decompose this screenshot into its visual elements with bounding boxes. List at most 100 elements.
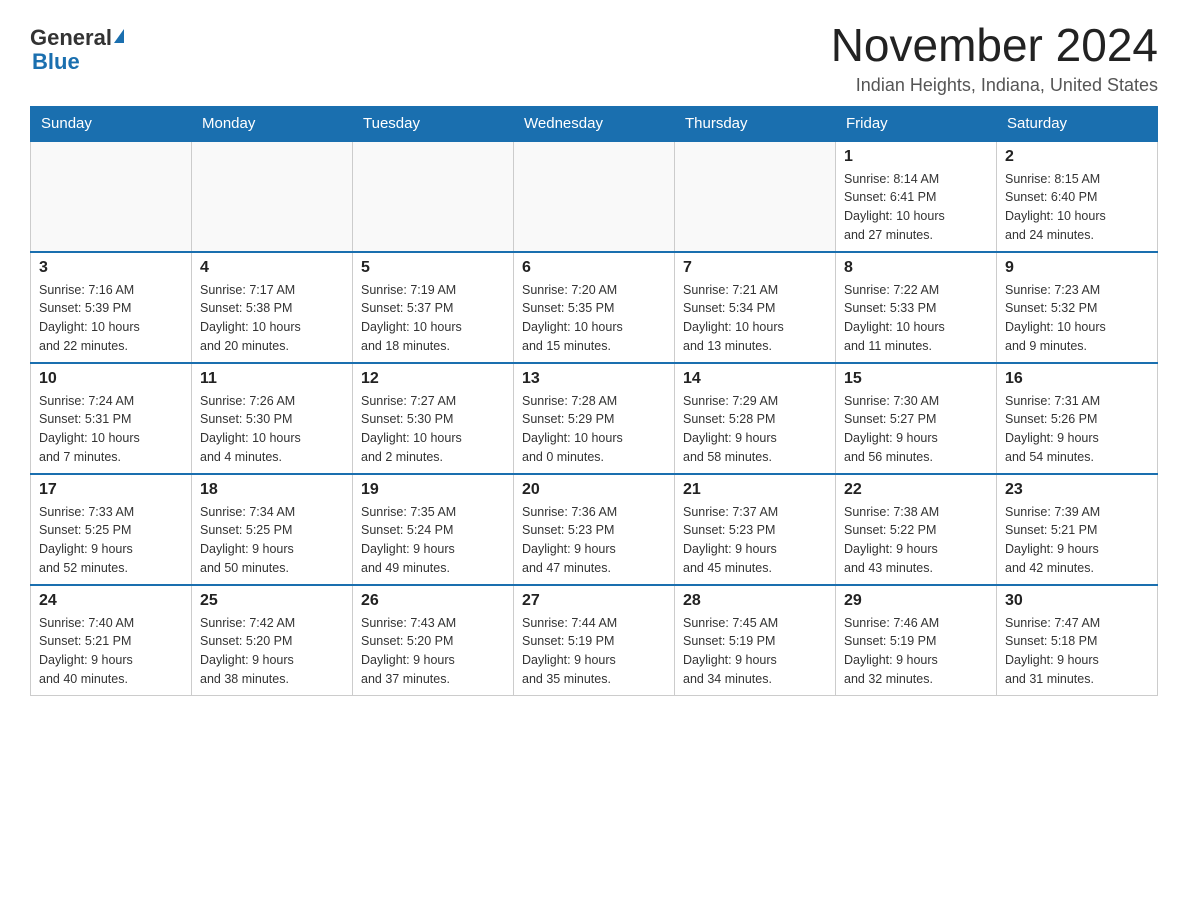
title-block: November 2024 Indian Heights, Indiana, U…: [831, 20, 1158, 96]
day-info: Sunrise: 7:39 AM Sunset: 5:21 PM Dayligh…: [1005, 503, 1149, 578]
weekday-header-saturday: Saturday: [997, 106, 1158, 141]
day-info: Sunrise: 7:21 AM Sunset: 5:34 PM Dayligh…: [683, 281, 827, 356]
day-info: Sunrise: 8:15 AM Sunset: 6:40 PM Dayligh…: [1005, 170, 1149, 245]
day-info: Sunrise: 7:40 AM Sunset: 5:21 PM Dayligh…: [39, 614, 183, 689]
calendar-week-row: 1 Sunrise: 8:14 AM Sunset: 6:41 PM Daylig…: [31, 141, 1158, 252]
day-info: Sunrise: 7:26 AM Sunset: 5:30 PM Dayligh…: [200, 392, 344, 467]
day-number: 24: [39, 592, 183, 610]
weekday-header-monday: Monday: [192, 106, 353, 141]
calendar-cell: [192, 141, 353, 252]
day-number: 16: [1005, 370, 1149, 388]
day-number: 7: [683, 259, 827, 277]
day-info: Sunrise: 7:16 AM Sunset: 5:39 PM Dayligh…: [39, 281, 183, 356]
calendar-cell: [353, 141, 514, 252]
calendar-week-row: 24 Sunrise: 7:40 AM Sunset: 5:21 PM Dayli…: [31, 585, 1158, 696]
day-info: Sunrise: 7:20 AM Sunset: 5:35 PM Dayligh…: [522, 281, 666, 356]
day-info: Sunrise: 7:44 AM Sunset: 5:19 PM Dayligh…: [522, 614, 666, 689]
calendar-cell: 24 Sunrise: 7:40 AM Sunset: 5:21 PM Dayli…: [31, 585, 192, 696]
day-info: Sunrise: 7:37 AM Sunset: 5:23 PM Dayligh…: [683, 503, 827, 578]
page-header: General Blue November 2024 Indian Height…: [30, 20, 1158, 96]
day-info: Sunrise: 7:47 AM Sunset: 5:18 PM Dayligh…: [1005, 614, 1149, 689]
calendar-cell: 23 Sunrise: 7:39 AM Sunset: 5:21 PM Dayli…: [997, 474, 1158, 585]
calendar-cell: [514, 141, 675, 252]
day-number: 11: [200, 370, 344, 388]
day-info: Sunrise: 7:45 AM Sunset: 5:19 PM Dayligh…: [683, 614, 827, 689]
day-number: 1: [844, 148, 988, 166]
day-info: Sunrise: 7:35 AM Sunset: 5:24 PM Dayligh…: [361, 503, 505, 578]
day-number: 28: [683, 592, 827, 610]
day-info: Sunrise: 7:46 AM Sunset: 5:19 PM Dayligh…: [844, 614, 988, 689]
day-number: 13: [522, 370, 666, 388]
calendar-cell: 6 Sunrise: 7:20 AM Sunset: 5:35 PM Daylig…: [514, 252, 675, 363]
day-number: 20: [522, 481, 666, 499]
calendar-cell: 25 Sunrise: 7:42 AM Sunset: 5:20 PM Dayli…: [192, 585, 353, 696]
calendar-week-row: 3 Sunrise: 7:16 AM Sunset: 5:39 PM Daylig…: [31, 252, 1158, 363]
calendar-cell: 30 Sunrise: 7:47 AM Sunset: 5:18 PM Dayli…: [997, 585, 1158, 696]
day-number: 30: [1005, 592, 1149, 610]
calendar-cell: 2 Sunrise: 8:15 AM Sunset: 6:40 PM Daylig…: [997, 141, 1158, 252]
calendar-cell: 12Sunrise: 7:27 AM Sunset: 5:30 PM Dayli…: [353, 363, 514, 474]
calendar-cell: 3 Sunrise: 7:16 AM Sunset: 5:39 PM Daylig…: [31, 252, 192, 363]
logo: General Blue: [30, 20, 124, 75]
day-number: 23: [1005, 481, 1149, 499]
calendar-cell: 1 Sunrise: 8:14 AM Sunset: 6:41 PM Daylig…: [836, 141, 997, 252]
day-number: 6: [522, 259, 666, 277]
day-info: Sunrise: 7:30 AM Sunset: 5:27 PM Dayligh…: [844, 392, 988, 467]
calendar-cell: [31, 141, 192, 252]
day-info: Sunrise: 7:24 AM Sunset: 5:31 PM Dayligh…: [39, 392, 183, 467]
calendar-cell: 17 Sunrise: 7:33 AM Sunset: 5:25 PM Dayli…: [31, 474, 192, 585]
calendar-cell: 8 Sunrise: 7:22 AM Sunset: 5:33 PM Daylig…: [836, 252, 997, 363]
day-number: 8: [844, 259, 988, 277]
calendar-cell: 14 Sunrise: 7:29 AM Sunset: 5:28 PM Dayli…: [675, 363, 836, 474]
logo-general-text: General: [30, 25, 112, 51]
calendar-cell: 22 Sunrise: 7:38 AM Sunset: 5:22 PM Dayli…: [836, 474, 997, 585]
day-number: 21: [683, 481, 827, 499]
day-number: 22: [844, 481, 988, 499]
day-number: 5: [361, 259, 505, 277]
weekday-header-sunday: Sunday: [31, 106, 192, 141]
weekday-header-thursday: Thursday: [675, 106, 836, 141]
calendar-cell: 19 Sunrise: 7:35 AM Sunset: 5:24 PM Dayli…: [353, 474, 514, 585]
calendar-cell: 18Sunrise: 7:34 AM Sunset: 5:25 PM Dayli…: [192, 474, 353, 585]
month-title: November 2024: [831, 20, 1158, 71]
day-info: Sunrise: 8:14 AM Sunset: 6:41 PM Dayligh…: [844, 170, 988, 245]
day-number: 19: [361, 481, 505, 499]
calendar-cell: 11 Sunrise: 7:26 AM Sunset: 5:30 PM Dayli…: [192, 363, 353, 474]
day-number: 3: [39, 259, 183, 277]
day-number: 17: [39, 481, 183, 499]
calendar-header-row: SundayMondayTuesdayWednesdayThursdayFrid…: [31, 106, 1158, 141]
calendar-cell: 16 Sunrise: 7:31 AM Sunset: 5:26 PM Dayli…: [997, 363, 1158, 474]
day-info: Sunrise: 7:43 AM Sunset: 5:20 PM Dayligh…: [361, 614, 505, 689]
day-info: Sunrise: 7:27 AM Sunset: 5:30 PM Dayligh…: [361, 392, 505, 467]
day-number: 2: [1005, 148, 1149, 166]
calendar-week-row: 10 Sunrise: 7:24 AM Sunset: 5:31 PM Dayli…: [31, 363, 1158, 474]
day-number: 14: [683, 370, 827, 388]
day-number: 4: [200, 259, 344, 277]
day-info: Sunrise: 7:29 AM Sunset: 5:28 PM Dayligh…: [683, 392, 827, 467]
day-number: 18: [200, 481, 344, 499]
calendar-table: SundayMondayTuesdayWednesdayThursdayFrid…: [30, 106, 1158, 696]
day-info: Sunrise: 7:38 AM Sunset: 5:22 PM Dayligh…: [844, 503, 988, 578]
calendar-cell: 4Sunrise: 7:17 AM Sunset: 5:38 PM Daylig…: [192, 252, 353, 363]
day-info: Sunrise: 7:33 AM Sunset: 5:25 PM Dayligh…: [39, 503, 183, 578]
calendar-cell: [675, 141, 836, 252]
calendar-week-row: 17 Sunrise: 7:33 AM Sunset: 5:25 PM Dayli…: [31, 474, 1158, 585]
day-info: Sunrise: 7:28 AM Sunset: 5:29 PM Dayligh…: [522, 392, 666, 467]
calendar-cell: 21 Sunrise: 7:37 AM Sunset: 5:23 PM Dayli…: [675, 474, 836, 585]
day-number: 9: [1005, 259, 1149, 277]
day-info: Sunrise: 7:36 AM Sunset: 5:23 PM Dayligh…: [522, 503, 666, 578]
calendar-cell: 5Sunrise: 7:19 AM Sunset: 5:37 PM Daylig…: [353, 252, 514, 363]
day-info: Sunrise: 7:22 AM Sunset: 5:33 PM Dayligh…: [844, 281, 988, 356]
logo-blue-text: Blue: [30, 49, 80, 75]
day-info: Sunrise: 7:23 AM Sunset: 5:32 PM Dayligh…: [1005, 281, 1149, 356]
weekday-header-friday: Friday: [836, 106, 997, 141]
calendar-cell: 7 Sunrise: 7:21 AM Sunset: 5:34 PM Daylig…: [675, 252, 836, 363]
day-info: Sunrise: 7:31 AM Sunset: 5:26 PM Dayligh…: [1005, 392, 1149, 467]
day-number: 25: [200, 592, 344, 610]
day-number: 26: [361, 592, 505, 610]
calendar-cell: 13 Sunrise: 7:28 AM Sunset: 5:29 PM Dayli…: [514, 363, 675, 474]
day-info: Sunrise: 7:42 AM Sunset: 5:20 PM Dayligh…: [200, 614, 344, 689]
calendar-cell: 10 Sunrise: 7:24 AM Sunset: 5:31 PM Dayli…: [31, 363, 192, 474]
day-number: 10: [39, 370, 183, 388]
calendar-cell: 27Sunrise: 7:44 AM Sunset: 5:19 PM Dayli…: [514, 585, 675, 696]
